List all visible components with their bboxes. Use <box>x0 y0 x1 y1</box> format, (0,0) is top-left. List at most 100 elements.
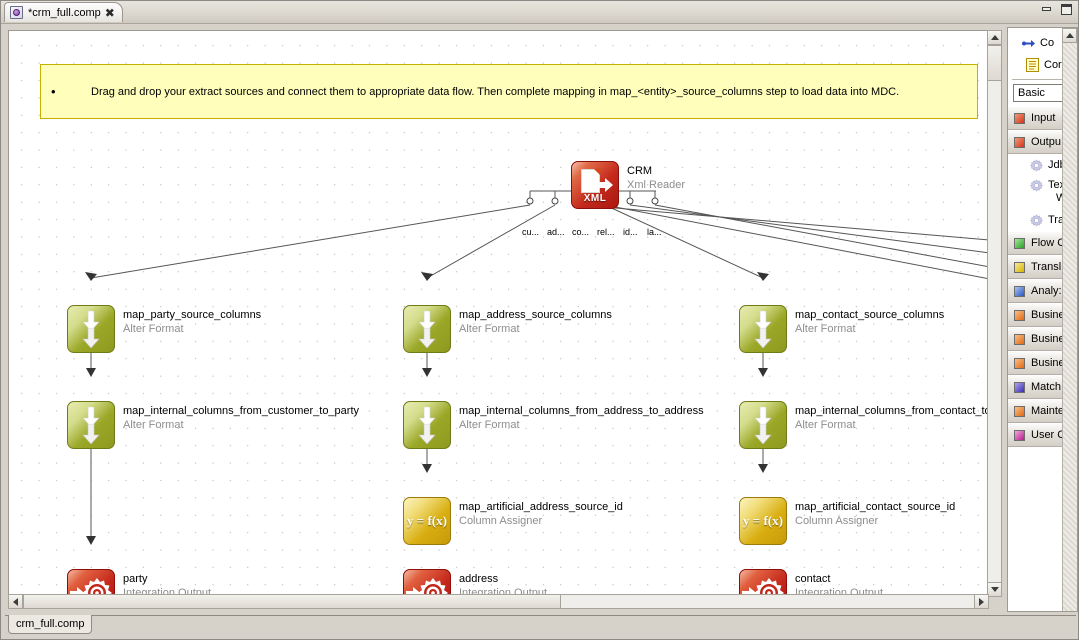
node-title: map_contact_source_columns <box>795 309 944 322</box>
node-party[interactable]: party Integration Output <box>67 569 367 597</box>
node-map-party-source-columns[interactable]: map_party_source_columns Alter Format <box>67 305 367 353</box>
bottom-tab-crm-full-comp[interactable]: crm_full.comp <box>8 615 92 634</box>
integration-output-icon <box>67 569 115 597</box>
palette-drawer-label: Busine <box>1031 333 1065 345</box>
node-title: address <box>459 573 547 586</box>
node-map-internal-columns-from-customer-to-party[interactable]: map_internal_columns_from_customer_to_pa… <box>67 401 407 449</box>
arrow-down-glyph-2 <box>418 328 436 348</box>
node-subtitle: Alter Format <box>795 322 944 336</box>
palette-drawer-label: Mainte <box>1031 405 1064 417</box>
node-title: contact <box>795 573 883 586</box>
node-map-contact-source-columns[interactable]: map_contact_source_columns Alter Format <box>739 305 989 353</box>
input-drawer-icon <box>1014 113 1025 124</box>
window-controls <box>1040 3 1074 16</box>
node-map-internal-columns-from-address-to-address[interactable]: map_internal_columns_from_address_to_add… <box>403 401 743 449</box>
business-icon <box>1014 334 1025 345</box>
arrow-down-glyph-2 <box>754 328 772 348</box>
palette-drawer-label: User C <box>1031 429 1065 441</box>
caret-right-icon <box>979 598 984 606</box>
palette-drawer-label: Busine <box>1031 309 1065 321</box>
editor-tab-label: *crm_full.comp <box>28 7 101 19</box>
editor-tab-bar: *crm_full.comp ✖ <box>1 1 1078 24</box>
palette-scroll-up-button[interactable] <box>1062 28 1077 43</box>
tab-bar-empty-area <box>141 2 1018 22</box>
palette-item-label: Co <box>1040 37 1054 49</box>
caret-up-icon <box>991 35 999 40</box>
alter-format-icon <box>67 305 115 353</box>
node-subtitle: Xml Reader <box>627 178 685 192</box>
alter-format-icon <box>403 401 451 449</box>
caret-down-icon <box>991 587 999 592</box>
caret-up-icon <box>1066 33 1074 38</box>
column-assigner-icon: y = f(x) <box>739 497 787 545</box>
xml-reader-icon: XML <box>571 161 619 209</box>
scroll-thumb[interactable] <box>987 45 1002 81</box>
xml-label: XML <box>572 193 618 204</box>
scroll-up-button[interactable] <box>987 30 1002 45</box>
scroll-left-button[interactable] <box>8 594 23 609</box>
node-title: map_address_source_columns <box>459 309 612 322</box>
gear-icon <box>1030 179 1043 192</box>
scroll-thumb[interactable] <box>23 594 561 609</box>
canvas-vertical-scrollbar[interactable] <box>987 30 1002 597</box>
palette-filter-value: Basic <box>1018 87 1045 99</box>
composition-file-icon <box>10 6 24 20</box>
note-icon <box>1026 58 1039 72</box>
close-icon[interactable]: ✖ <box>105 7 114 19</box>
node-map-artificial-address-source-id[interactable]: y = f(x) map_artificial_address_source_i… <box>403 497 703 545</box>
port-label-1: ad... <box>547 227 565 237</box>
minimize-button[interactable] <box>1040 3 1055 16</box>
palette-drawer-label: Busine <box>1031 357 1065 369</box>
connection-icon <box>1022 39 1035 48</box>
banner-text: Drag and drop your extract sources and c… <box>91 86 899 98</box>
palette-scrollbar[interactable] <box>1062 28 1077 611</box>
palette-drawer-label: Transl <box>1031 261 1061 273</box>
alter-format-icon <box>739 305 787 353</box>
arrow-right-glyph <box>597 178 613 192</box>
node-title: map_artificial_contact_source_id <box>795 501 955 514</box>
gear-icon <box>1030 214 1043 227</box>
application-window: *crm_full.comp ✖ <box>0 0 1079 640</box>
maximize-button[interactable] <box>1059 3 1074 16</box>
arrow-down-glyph-2 <box>754 424 772 444</box>
editor-area: • Drag and drop your extract sources and… <box>5 27 1005 612</box>
canvas-horizontal-scrollbar[interactable] <box>8 594 989 609</box>
node-map-artificial-contact-source-id[interactable]: y = f(x) map_artificial_contact_source_i… <box>739 497 989 545</box>
node-crm[interactable]: XML CRM Xml Reader <box>571 161 771 209</box>
node-title: map_internal_columns_from_address_to_add… <box>459 405 704 418</box>
analytics-icon <box>1014 286 1025 297</box>
fx-label: y = f(x) <box>740 498 786 544</box>
node-contact[interactable]: contact Integration Output <box>739 569 989 597</box>
port-label-2: co... <box>572 227 589 237</box>
gear-icon <box>1030 159 1043 172</box>
node-map-address-source-columns[interactable]: map_address_source_columns Alter Format <box>403 305 703 353</box>
bottom-tab-separator <box>5 615 1076 616</box>
arrow-down-glyph-2 <box>82 424 100 444</box>
arrow-down-glyph-2 <box>418 424 436 444</box>
caret-left-icon <box>13 598 18 606</box>
transform-icon <box>1014 262 1025 273</box>
flow-control-icon <box>1014 238 1025 249</box>
scroll-down-button[interactable] <box>987 582 1002 597</box>
editor-tab-crm-full-comp[interactable]: *crm_full.comp ✖ <box>4 2 123 22</box>
node-subtitle: Column Assigner <box>459 514 623 528</box>
palette-drawer-label: Outpu <box>1031 136 1061 148</box>
info-banner: • Drag and drop your extract sources and… <box>40 64 978 119</box>
node-title: CRM <box>627 165 685 178</box>
node-title: map_internal_columns_from_customer_to_pa… <box>123 405 359 418</box>
node-map-internal-columns-from-contact-to-contact[interactable]: map_internal_columns_from_contact_to_ Al… <box>739 401 989 449</box>
arrow-down-glyph-2 <box>82 328 100 348</box>
scroll-right-button[interactable] <box>974 594 989 609</box>
port-label-0: cu... <box>522 227 539 237</box>
node-address[interactable]: address Integration Output <box>403 569 703 597</box>
node-subtitle: Column Assigner <box>795 514 955 528</box>
palette-drawer-label: Flow C <box>1031 237 1065 249</box>
bottom-tab-label: crm_full.comp <box>16 618 84 630</box>
node-subtitle: Alter Format <box>123 322 261 336</box>
node-subtitle: Alter Format <box>459 418 704 432</box>
port-label-3: rel... <box>597 227 615 237</box>
business-icon <box>1014 358 1025 369</box>
integration-output-icon <box>403 569 451 597</box>
diagram-canvas[interactable]: • Drag and drop your extract sources and… <box>8 30 989 597</box>
column-assigner-icon: y = f(x) <box>403 497 451 545</box>
